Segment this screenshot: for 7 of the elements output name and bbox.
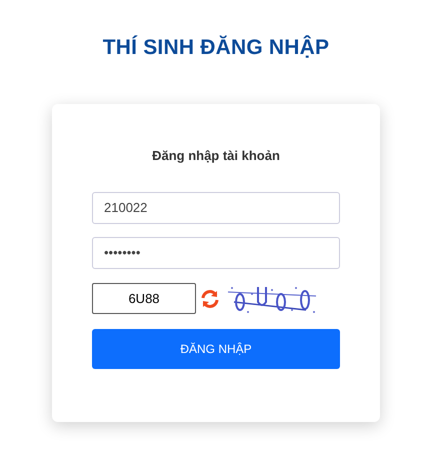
username-field[interactable]: 210022 xyxy=(92,192,340,224)
captcha-field[interactable]: 6U88 xyxy=(92,283,196,314)
login-button[interactable]: ĐĂNG NHẬP xyxy=(92,328,340,369)
refresh-icon[interactable] xyxy=(200,288,220,309)
password-field[interactable]: •••••••• xyxy=(92,236,340,269)
page-title: THÍ SINH ĐĂNG NHẬP xyxy=(102,35,330,60)
card-heading: Đăng nhập tài khoản xyxy=(151,147,281,166)
